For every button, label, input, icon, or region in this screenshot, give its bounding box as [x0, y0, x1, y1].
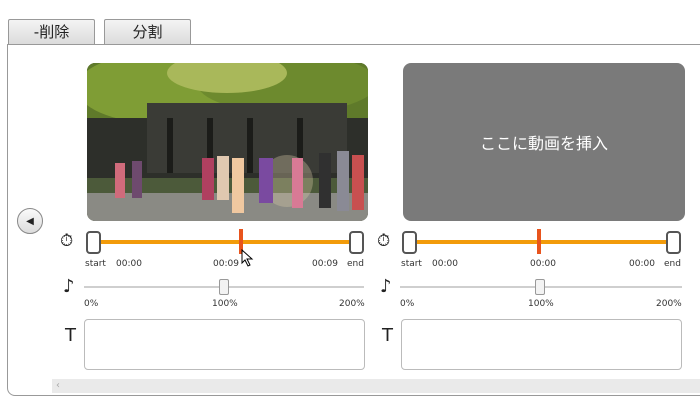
- tab-delete[interactable]: -削除: [8, 19, 95, 44]
- start-time: 00:00: [116, 259, 142, 269]
- speed-slider-knob[interactable]: [219, 279, 229, 295]
- trim-track[interactable]: [100, 240, 352, 244]
- mouse-cursor-icon: [241, 249, 254, 267]
- scroll-left-icon[interactable]: ‹: [56, 380, 60, 391]
- start-time: 00:00: [432, 259, 458, 269]
- playhead-marker[interactable]: [537, 229, 541, 254]
- triangle-left-icon: ◀: [26, 215, 34, 227]
- end-time: 00:09: [312, 259, 338, 269]
- current-time: 00:00: [530, 259, 556, 269]
- music-note-icon: ♪: [380, 276, 392, 297]
- empty-video-slot[interactable]: ここに動画を挿入: [403, 63, 685, 221]
- tab-split[interactable]: 分割: [104, 19, 191, 44]
- trim-end-handle[interactable]: [349, 231, 364, 254]
- text-icon: T: [382, 325, 393, 346]
- speed-max-label: 200%: [656, 299, 682, 309]
- insert-video-placeholder: ここに動画を挿入: [479, 134, 608, 153]
- speed-mid-label: 100%: [212, 299, 238, 309]
- trim-start-handle[interactable]: [86, 231, 101, 254]
- trim-start-label: start: [85, 259, 106, 269]
- stopwatch-icon: ⏱: [377, 231, 391, 251]
- video-frame-image: [87, 63, 368, 221]
- speed-mid-label: 100%: [528, 299, 554, 309]
- current-time: 00:09: [213, 259, 239, 269]
- speed-max-label: 200%: [339, 299, 365, 309]
- caption-text-input[interactable]: [84, 319, 365, 370]
- music-note-icon: ♪: [63, 276, 75, 297]
- trim-start-label: start: [401, 259, 422, 269]
- speed-min-label: 0%: [400, 299, 415, 309]
- speed-slider-knob[interactable]: [535, 279, 545, 295]
- end-time: 00:00: [629, 259, 655, 269]
- trim-end-label: end: [347, 259, 364, 269]
- speed-min-label: 0%: [84, 299, 99, 309]
- previous-button[interactable]: ◀: [17, 208, 43, 234]
- video-thumbnail[interactable]: [87, 63, 368, 221]
- stopwatch-icon: ⏱: [60, 231, 74, 251]
- trim-end-label: end: [664, 259, 681, 269]
- trim-start-handle[interactable]: [402, 231, 417, 254]
- trim-end-handle[interactable]: [666, 231, 681, 254]
- horizontal-scrollbar[interactable]: ‹: [52, 379, 700, 393]
- trim-track[interactable]: [414, 240, 668, 244]
- text-icon: T: [65, 325, 76, 346]
- caption-text-input[interactable]: [401, 319, 682, 370]
